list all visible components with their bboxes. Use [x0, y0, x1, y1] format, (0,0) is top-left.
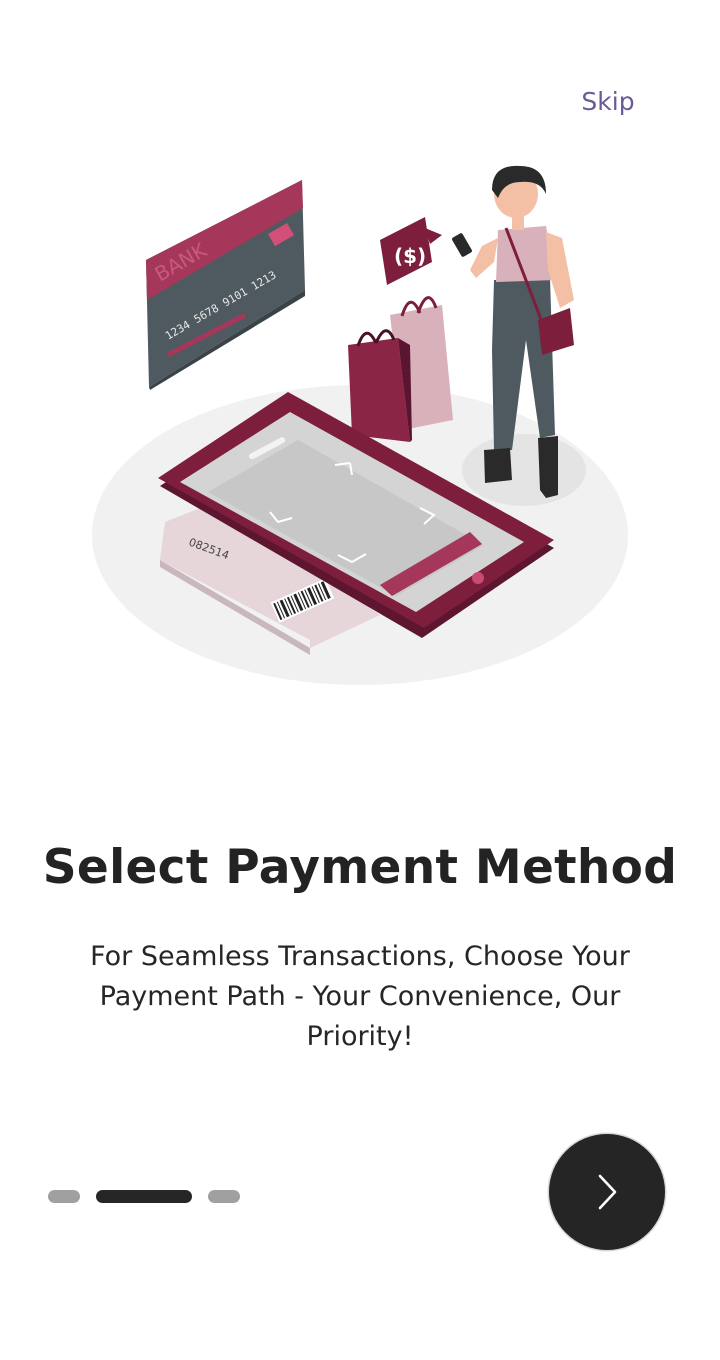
skip-button[interactable]: Skip: [576, 82, 640, 122]
pagination-dots: [48, 1190, 240, 1204]
chevron-right-icon: [598, 1174, 617, 1210]
dollar-icon: ($): [394, 244, 426, 268]
pagination-dot[interactable]: [208, 1190, 240, 1203]
payment-illustration: BANK 1234 5678 9101 1213 ($) 082514: [92, 165, 628, 685]
pagination-dot-active[interactable]: [96, 1190, 192, 1203]
phone-in-hand: [452, 233, 472, 257]
page-subtitle: For Seamless Transactions, Choose Your P…: [90, 941, 630, 1052]
shopping-bags: [348, 296, 453, 442]
onboarding-screen: Skip BANK 1234 5678 9101 1213 ($) 082514…: [0, 0, 720, 1360]
payment-bubble: ($): [380, 217, 442, 285]
page-title: Select Payment Method: [42, 840, 678, 895]
next-button[interactable]: [549, 1134, 665, 1250]
credit-card: BANK 1234 5678 9101 1213: [146, 180, 305, 390]
phone-home-button: [472, 572, 484, 584]
person-shadow: [462, 434, 586, 506]
pagination-dot[interactable]: [48, 1190, 80, 1203]
